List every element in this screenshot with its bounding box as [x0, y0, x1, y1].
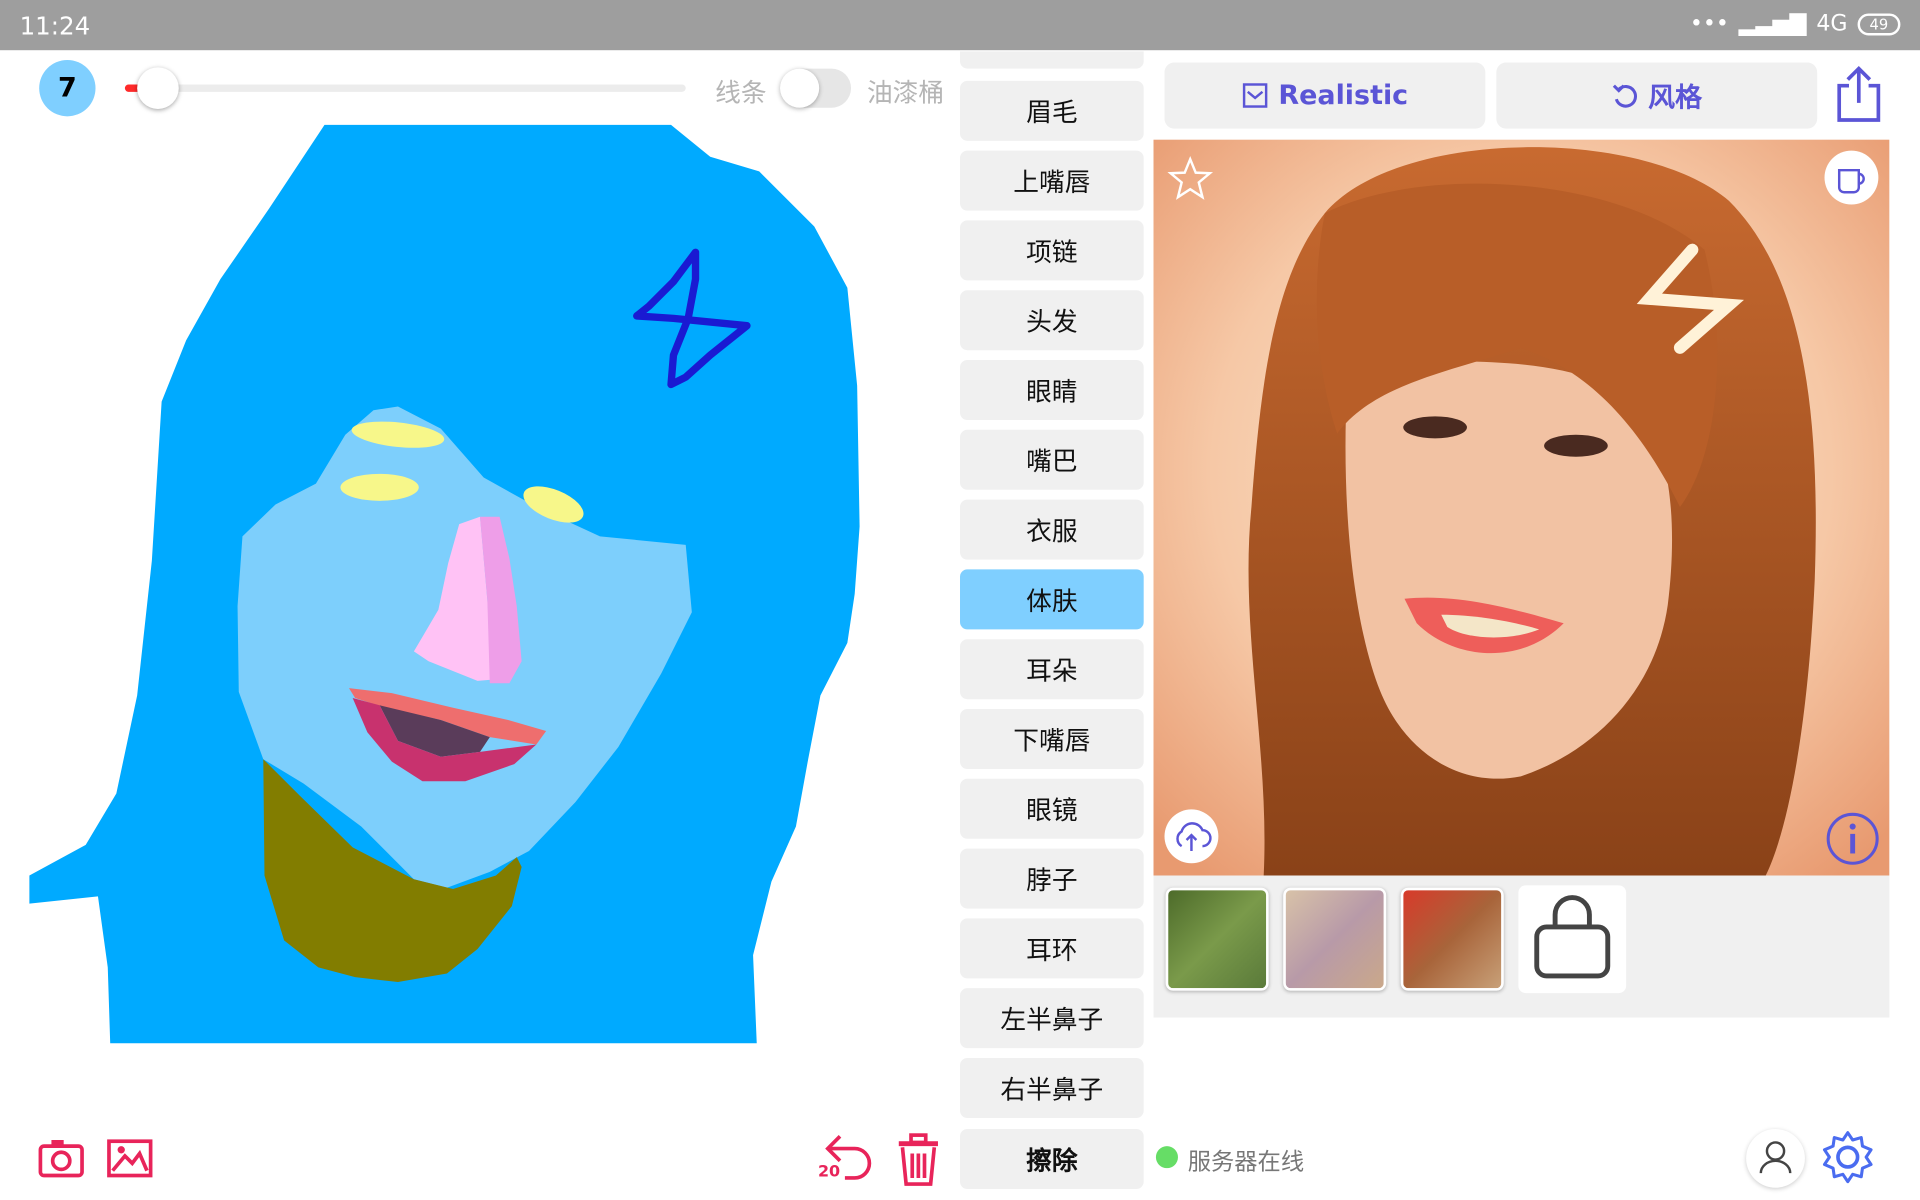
- label-item[interactable]: 嘴巴: [960, 429, 1144, 490]
- status-bar: 11:24 ••• ▂▃▅▇ 4G 49: [0, 0, 1920, 51]
- generated-portrait: [1153, 139, 1890, 876]
- label-item[interactable]: 耳朵: [960, 639, 1144, 700]
- shopping-bag-icon: [1534, 895, 1611, 979]
- realistic-icon: [1242, 83, 1268, 108]
- label-item[interactable]: 左半鼻子: [960, 988, 1144, 1049]
- label-item[interactable]: 下嘴唇: [960, 708, 1144, 769]
- realistic-button[interactable]: Realistic: [1164, 62, 1486, 129]
- dots-icon: •••: [1689, 11, 1729, 37]
- label-item[interactable]: 头发: [960, 290, 1144, 351]
- gallery-icon[interactable]: [105, 1134, 154, 1183]
- status-icons: ••• ▂▃▅▇ 4G 49: [1690, 11, 1901, 37]
- label-item[interactable]: 脖子: [960, 848, 1144, 909]
- label-item[interactable]: 眼镜: [960, 778, 1144, 839]
- brush-size-indicator[interactable]: 7: [39, 60, 96, 117]
- label-item[interactable]: 眉毛: [960, 80, 1144, 141]
- share-icon[interactable]: [1832, 64, 1886, 125]
- brush-size-slider[interactable]: [124, 84, 686, 92]
- mode-line-label: 线条: [715, 78, 767, 108]
- coffee-button[interactable]: [1824, 150, 1879, 205]
- eye-left: [340, 473, 419, 501]
- realistic-label: Realistic: [1278, 80, 1409, 111]
- trash-icon[interactable]: [891, 1131, 945, 1187]
- label-item[interactable]: 衣服: [960, 499, 1144, 560]
- drawing-canvas[interactable]: [24, 122, 869, 1053]
- rotate-icon: [1612, 84, 1638, 108]
- style-thumbnail[interactable]: [1400, 887, 1504, 991]
- info-icon[interactable]: [1825, 811, 1881, 867]
- label-item[interactable]: 项链: [960, 220, 1144, 281]
- server-status-text: 服务器在线: [1187, 1148, 1305, 1176]
- style-thumbnail[interactable]: [1165, 887, 1269, 991]
- mode-fill-label: 油漆桶: [866, 78, 945, 108]
- style-thumbnail[interactable]: [1283, 887, 1387, 991]
- network-type: 4G: [1816, 11, 1848, 37]
- status-time: 11:24: [19, 11, 91, 41]
- erase-button[interactable]: 擦除: [960, 1128, 1144, 1189]
- label-item-clipped: [960, 51, 1144, 69]
- favorite-star-icon[interactable]: [1167, 155, 1214, 203]
- label-item-selected[interactable]: 体肤: [960, 569, 1144, 630]
- signal-icon: ▂▃▅▇: [1738, 11, 1807, 37]
- label-item[interactable]: 右半鼻子: [960, 1057, 1144, 1118]
- account-button[interactable]: [1746, 1128, 1805, 1188]
- style-button[interactable]: 风格: [1496, 62, 1818, 129]
- cloud-upload-icon: [1176, 822, 1212, 852]
- coffee-icon: [1837, 168, 1865, 194]
- portrait-eye-left: [1403, 416, 1467, 439]
- style-label: 风格: [1648, 83, 1703, 114]
- style-shop-button[interactable]: [1518, 885, 1627, 994]
- label-item[interactable]: 耳环: [960, 918, 1144, 979]
- mode-toggle-knob[interactable]: [780, 68, 820, 108]
- settings-gear-icon[interactable]: [1820, 1129, 1876, 1185]
- brush-size-slider-thumb[interactable]: [137, 67, 179, 109]
- label-item[interactable]: 眼睛: [960, 360, 1144, 421]
- server-status-dot: [1155, 1146, 1178, 1169]
- undo-count: 20: [817, 1163, 841, 1182]
- portrait-eye-right: [1544, 434, 1608, 457]
- battery-icon: 49: [1857, 12, 1901, 35]
- label-item[interactable]: 上嘴唇: [960, 150, 1144, 211]
- style-gallery: [1153, 875, 1890, 1018]
- user-icon: [1759, 1141, 1792, 1174]
- upload-button[interactable]: [1164, 809, 1219, 864]
- camera-icon[interactable]: [37, 1134, 86, 1183]
